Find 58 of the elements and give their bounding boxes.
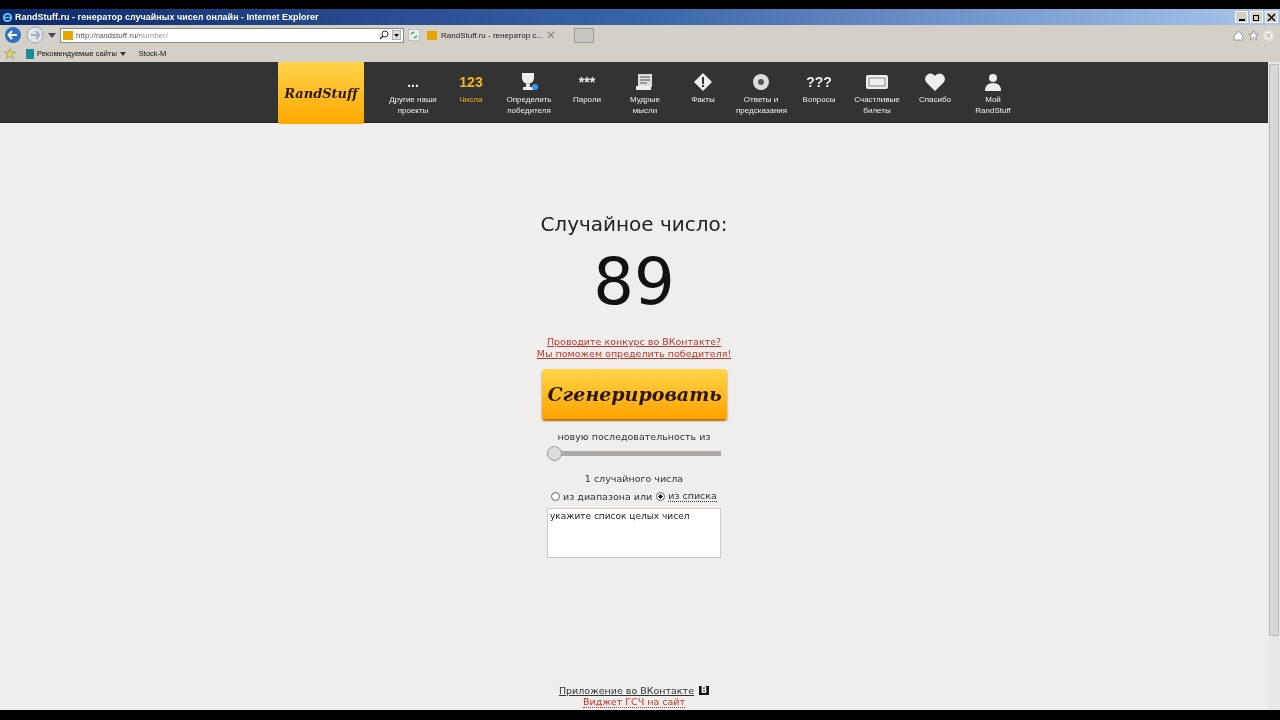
dropdown-icon[interactable]: [48, 32, 56, 38]
close-button[interactable]: [1265, 11, 1278, 23]
minimize-button[interactable]: [1235, 11, 1248, 23]
nav-item[interactable]: Ответы и предсказания: [732, 62, 790, 122]
minimize-icon: [1238, 18, 1245, 21]
nav-item[interactable]: Факты: [674, 62, 732, 122]
user-icon: [984, 73, 1002, 91]
nav-item[interactable]: ... Другие наши проекты: [384, 62, 442, 122]
vk-app-link[interactable]: Приложение во ВКонтакте: [558, 685, 694, 696]
address-bar[interactable]: http://randstuff.ru/number/: [60, 27, 404, 43]
scroll-icon: [635, 73, 655, 91]
number-list-field[interactable]: укажите список целых чисел: [547, 508, 721, 558]
slider-thumb[interactable]: [547, 446, 562, 461]
window-title: RandStuff.ru - генератор случайных чисел онлайн - Internet Explorer: [15, 12, 319, 22]
close-icon[interactable]: [547, 31, 556, 39]
promo-link[interactable]: Проводите конкурс во ВКонтакте?: [546, 336, 722, 348]
new-tab-button[interactable]: [574, 27, 594, 43]
restore-button[interactable]: [1250, 11, 1263, 23]
source-radio[interactable]: из диапазона или: [551, 490, 653, 502]
nav-item[interactable]: Определить победителя: [500, 62, 558, 122]
source-radio[interactable]: из списка: [656, 490, 717, 502]
count-text: 1 случайного числа: [584, 473, 684, 484]
generate-button[interactable]: Сгенерировать: [541, 369, 727, 419]
site-logo[interactable]: RandStuff: [278, 62, 364, 124]
radio-button-icon[interactable]: [551, 491, 561, 501]
restore-icon: [1252, 12, 1261, 22]
random-number: 89: [593, 244, 675, 321]
site-icon: [427, 30, 437, 40]
refresh-icon[interactable]: [408, 29, 420, 41]
nav-item[interactable]: *** Пароли: [558, 62, 616, 122]
vk-badge: В: [699, 686, 710, 695]
warning-icon: [693, 72, 713, 92]
browser-logo-icon: [2, 11, 13, 23]
scrollbar[interactable]: [1268, 62, 1280, 710]
result-heading: Случайное число:: [540, 212, 728, 236]
nav-item[interactable]: 123 Числа: [442, 62, 500, 122]
close-icon: [1267, 12, 1276, 22]
promo-link[interactable]: Мы поможем определить победителя!: [536, 348, 732, 360]
caret-icon[interactable]: [119, 51, 126, 56]
nav-item[interactable]: ??? Вопросы: [790, 62, 848, 122]
settings-icon[interactable]: [1263, 29, 1274, 41]
favorites-star-icon[interactable]: [4, 48, 16, 59]
ticket-icon: [865, 74, 889, 90]
nav-item[interactable]: Мой RandStuff: [964, 62, 1022, 122]
home-icon[interactable]: [1233, 29, 1244, 41]
nav-item[interactable]: Спасибо: [906, 62, 964, 122]
sequence-label: новую последовательность из: [557, 431, 711, 442]
nav-item[interactable]: Мудрые мысли: [616, 62, 674, 122]
back-button[interactable]: [4, 26, 22, 44]
heart-icon: [924, 72, 946, 92]
star-icon[interactable]: [1248, 29, 1259, 41]
radio-button-icon[interactable]: [656, 491, 666, 501]
nav-item[interactable]: Счастливые билеты: [848, 62, 906, 122]
search-icon[interactable]: [379, 30, 389, 40]
site-icon: [63, 30, 73, 40]
dropdown-icon[interactable]: [392, 30, 401, 40]
ball-icon: [752, 73, 770, 91]
widget-link[interactable]: Виджет ГСЧ на сайт: [583, 696, 685, 708]
